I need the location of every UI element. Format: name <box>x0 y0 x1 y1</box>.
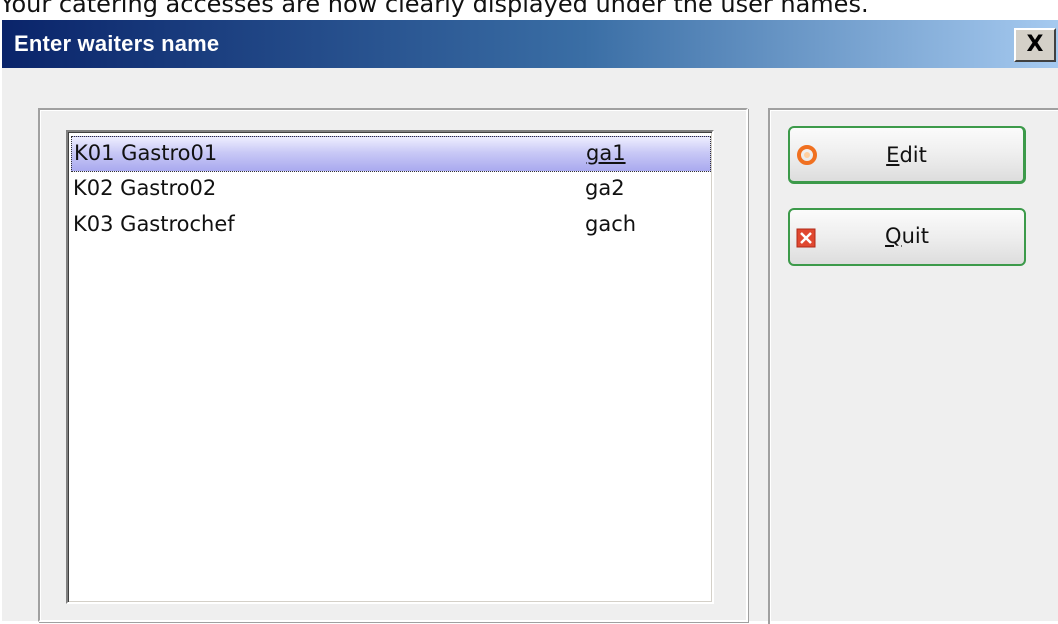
list-item-name: K01 Gastro01 <box>74 141 218 165</box>
list-item[interactable]: K02 Gastro02 ga2 <box>71 172 711 208</box>
close-icon: X <box>1026 32 1044 57</box>
list-item-code: gach <box>585 212 637 236</box>
dialog-window: Enter waiters name X K01 Gastro01 ga1 K0… <box>0 20 1058 624</box>
list-item[interactable]: K03 Gastrochef gach <box>71 208 711 244</box>
button-group-frame <box>768 108 1058 624</box>
edit-button[interactable]: Edit <box>788 126 1026 184</box>
close-button[interactable]: X <box>1014 28 1056 62</box>
title-bar[interactable]: Enter waiters name X <box>2 20 1058 68</box>
edit-button-label: Edit <box>886 143 927 167</box>
quit-button[interactable]: Quit <box>788 208 1026 266</box>
list-item-name: K02 Gastro02 <box>73 176 217 200</box>
window-title: Enter waiters name <box>14 31 220 56</box>
list-item-name: K03 Gastrochef <box>73 212 235 236</box>
list-item-selected[interactable]: K01 Gastro01 ga1 <box>71 136 711 172</box>
quit-button-label: Quit <box>885 224 929 248</box>
caption-text: Your catering accesses are now clearly d… <box>0 0 869 18</box>
waiter-listbox[interactable]: K01 Gastro01 ga1 K02 Gastro02 ga2 K03 Ga… <box>66 130 714 604</box>
list-item-code: ga1 <box>586 141 626 165</box>
list-item-code: ga2 <box>585 176 625 200</box>
